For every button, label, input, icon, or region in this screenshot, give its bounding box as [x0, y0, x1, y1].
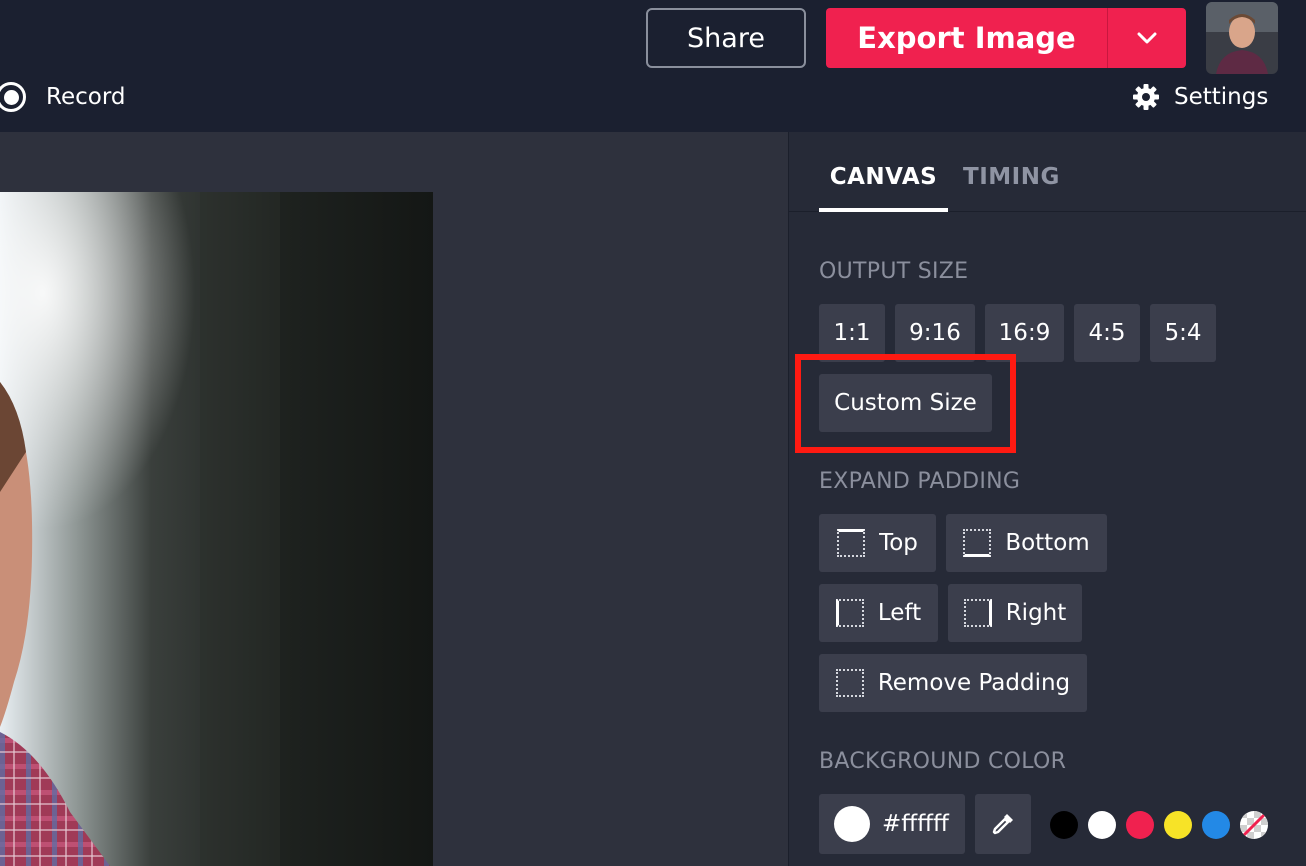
output-size-title: OUTPUT SIZE	[819, 259, 969, 284]
eyedropper-button[interactable]	[975, 794, 1031, 854]
eyedropper-icon	[992, 814, 1013, 835]
record-button[interactable]: Record	[0, 80, 125, 114]
pad-top-label: Top	[879, 530, 918, 556]
remove-padding-button[interactable]: Remove Padding	[819, 654, 1087, 712]
chevron-down-icon	[1137, 32, 1157, 44]
pad-right-label: Right	[1005, 600, 1067, 626]
color-hex-value: #ffffff	[882, 811, 949, 837]
settings-button[interactable]: Settings	[1132, 80, 1268, 114]
gear-icon	[1133, 84, 1159, 110]
pad-bottom-button[interactable]: Bottom	[946, 514, 1107, 572]
remove-padding-label: Remove Padding	[877, 670, 1071, 696]
highlight-annotation	[795, 354, 1016, 453]
pad-left-button[interactable]: Left	[819, 584, 938, 642]
preset-color-blue[interactable]	[1202, 811, 1230, 839]
pad-bottom-label: Bottom	[1005, 530, 1090, 556]
transparent-icon	[1240, 811, 1268, 839]
export-button-group: Export Image	[826, 8, 1186, 68]
preset-color-black[interactable]	[1050, 811, 1078, 839]
editor-page: Record Share Export Image Settings CANVA…	[0, 0, 1306, 866]
record-icon	[0, 82, 26, 112]
current-color-swatch	[834, 806, 870, 842]
padding-left-icon	[835, 599, 864, 627]
tab-timing[interactable]: TIMING	[963, 164, 1060, 190]
preset-color-yellow[interactable]	[1164, 811, 1192, 839]
top-bar: Record Share Export Image Settings	[0, 0, 1306, 132]
panel-tabs: CANVAS TIMING	[789, 132, 1306, 212]
tab-canvas[interactable]: CANVAS	[819, 164, 948, 212]
ratio-4-5-button[interactable]: 4:5	[1074, 304, 1140, 362]
canvas-workspace	[0, 132, 788, 866]
padding-top-icon	[837, 529, 866, 557]
export-image-button[interactable]: Export Image	[826, 8, 1107, 68]
pad-left-label: Left	[877, 600, 922, 626]
padding-bottom-icon	[963, 529, 992, 557]
ratio-5-4-button[interactable]: 5:4	[1150, 304, 1216, 362]
share-button[interactable]: Share	[646, 8, 806, 68]
expand-padding-title: EXPAND PADDING	[819, 469, 1021, 494]
background-color-title: BACKGROUND COLOR	[819, 749, 1067, 774]
properties-panel: CANVAS TIMING OUTPUT SIZE 1:1 9:16 16:9 …	[788, 132, 1306, 866]
record-label: Record	[46, 84, 126, 110]
padding-none-icon	[835, 669, 864, 697]
preset-color-transparent[interactable]	[1240, 811, 1268, 839]
pad-top-button[interactable]: Top	[819, 514, 936, 572]
user-avatar-photo	[1206, 2, 1278, 74]
background-color-picker[interactable]: #ffffff	[819, 794, 965, 854]
padding-right-icon	[963, 599, 992, 627]
preset-color-white[interactable]	[1088, 811, 1116, 839]
avatar[interactable]	[1206, 2, 1278, 74]
settings-label: Settings	[1174, 84, 1269, 110]
canvas-image[interactable]	[0, 192, 433, 866]
export-options-button[interactable]	[1108, 8, 1186, 68]
preset-color-red[interactable]	[1126, 811, 1154, 839]
pad-right-button[interactable]: Right	[948, 584, 1082, 642]
canvas-photo	[0, 192, 433, 866]
